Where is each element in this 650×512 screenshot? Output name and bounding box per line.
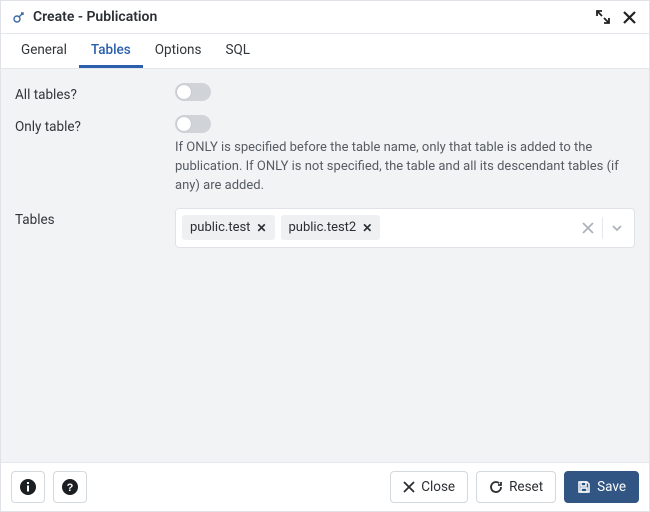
chip-remove-icon[interactable]: ✕ — [256, 222, 266, 234]
close-icon[interactable] — [619, 7, 639, 27]
chip-label: public.test2 — [289, 220, 357, 235]
close-button[interactable]: Close — [390, 471, 468, 503]
save-button[interactable]: Save — [564, 471, 639, 503]
tables-select[interactable]: public.test ✕ public.test2 ✕ — [175, 208, 635, 248]
clear-all-icon[interactable] — [577, 217, 599, 239]
table-chip: public.test ✕ — [182, 215, 275, 240]
dialog-body: All tables? Only table? If ONLY is speci… — [1, 69, 649, 462]
help-button[interactable]: ? — [53, 471, 87, 503]
dialog-title: Create - Publication — [33, 9, 587, 25]
label-all-tables: All tables? — [15, 83, 175, 103]
tab-options[interactable]: Options — [143, 34, 214, 68]
row-only-table: Only table? If ONLY is specified before … — [15, 115, 635, 196]
label-only-table: Only table? — [15, 115, 175, 135]
svg-text:?: ? — [67, 482, 74, 494]
toggle-all-tables[interactable] — [175, 83, 211, 101]
label-tables: Tables — [15, 208, 175, 228]
tab-tables[interactable]: Tables — [79, 34, 143, 68]
row-tables: Tables public.test ✕ public.test2 ✕ — [15, 208, 635, 248]
publication-icon — [11, 9, 27, 25]
help-only-table: If ONLY is specified before the table na… — [175, 139, 635, 196]
reset-icon — [489, 480, 503, 494]
create-publication-dialog: Create - Publication General Tables Opti… — [0, 0, 650, 512]
separator — [602, 217, 603, 239]
titlebar: Create - Publication — [1, 1, 649, 34]
maximize-icon[interactable] — [593, 7, 613, 27]
row-all-tables: All tables? — [15, 83, 635, 103]
tab-sql[interactable]: SQL — [213, 34, 262, 68]
reset-label: Reset — [509, 479, 543, 495]
info-button[interactable] — [11, 471, 45, 503]
dialog-footer: ? Close Reset Save — [1, 462, 649, 511]
chip-label: public.test — [190, 220, 250, 235]
chevron-down-icon[interactable] — [606, 217, 628, 239]
table-chip: public.test2 ✕ — [281, 215, 381, 240]
toggle-only-table[interactable] — [175, 115, 211, 133]
close-label: Close — [421, 479, 455, 495]
save-label: Save — [597, 479, 626, 495]
chip-remove-icon[interactable]: ✕ — [362, 222, 372, 234]
save-icon — [577, 480, 591, 494]
reset-button[interactable]: Reset — [476, 471, 556, 503]
close-icon — [403, 481, 415, 493]
tables-chips: public.test ✕ public.test2 ✕ — [182, 215, 571, 240]
select-actions — [577, 217, 628, 239]
tab-general[interactable]: General — [9, 34, 79, 68]
tabs: General Tables Options SQL — [1, 34, 649, 69]
